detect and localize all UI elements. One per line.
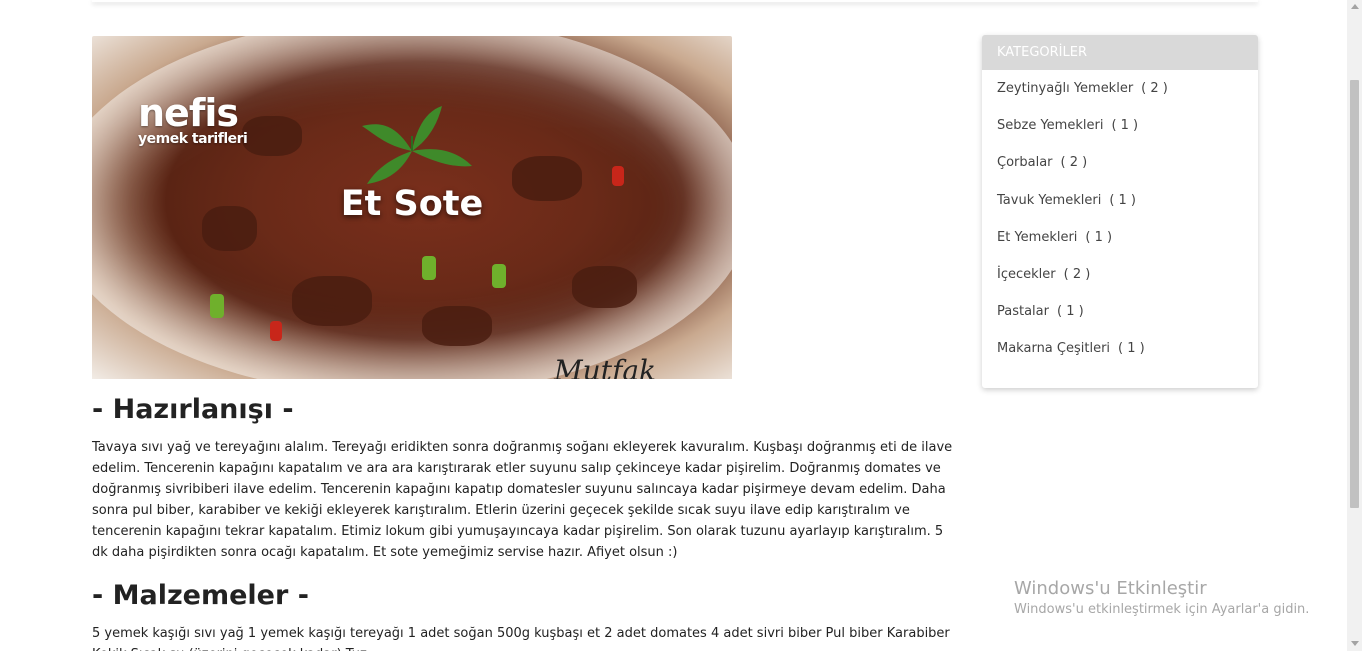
category-count: ( 1 ) — [1085, 229, 1113, 245]
category-count: ( 2 ) — [1063, 266, 1091, 282]
category-label: Et Yemekleri — [997, 229, 1078, 245]
red-pepper — [612, 166, 624, 186]
scrollbar-thumb[interactable] — [1350, 80, 1359, 508]
red-pepper — [270, 321, 282, 341]
green-pepper — [492, 264, 506, 288]
scroll-up-arrow-icon[interactable] — [1351, 4, 1359, 9]
category-label: Tavuk Yemekleri — [997, 192, 1102, 208]
recipe-title: Et Sote — [340, 184, 484, 224]
category-label: Makarna Çeşitleri — [997, 341, 1111, 357]
meat-chunk — [422, 306, 492, 346]
green-pepper — [422, 256, 436, 280]
photo-signature: Mutfak — [554, 354, 656, 379]
category-item-pastalar[interactable]: Pastalar ( 1 ) — [982, 301, 1258, 338]
ingredients-text: 5 yemek kaşığı sıvı yağ 1 yemek kaşığı t… — [92, 626, 950, 651]
logo-brand: nefis — [138, 91, 239, 135]
green-pepper — [210, 294, 224, 318]
windows-activation-watermark: Windows'u Etkinleştir Windows'u etkinleş… — [1014, 578, 1309, 620]
parsley-garnish — [362, 106, 472, 184]
activation-subtitle: Windows'u etkinleştirmek için Ayarlar'a … — [1014, 602, 1310, 617]
page-scrollbar[interactable] — [1347, 0, 1362, 651]
meat-chunk — [572, 266, 637, 308]
category-item-icecekler[interactable]: İçecekler ( 2 ) — [982, 264, 1258, 301]
recipe-content: nefis yemek tarifleri Et Sote Mutfak - H… — [92, 36, 954, 651]
categories-sidebar: KATEGORİLER Zeytinyağlı Yemekler ( 2 ) Se… — [982, 35, 1258, 388]
category-item-sebze-yemekleri[interactable]: Sebze Yemekleri ( 1 ) — [982, 115, 1258, 152]
category-count: ( 1 ) — [1118, 341, 1145, 357]
ingredients-heading: - Malzemeler - — [92, 580, 309, 611]
meat-chunk — [242, 116, 302, 156]
category-count: ( 1 ) — [1111, 118, 1139, 134]
category-item-corbalar[interactable]: Çorbalar ( 2 ) — [982, 152, 1258, 189]
category-item-tavuk-yemekleri[interactable]: Tavuk Yemekleri ( 1 ) — [982, 190, 1258, 227]
recipe-hero-image: nefis yemek tarifleri Et Sote Mutfak — [92, 36, 732, 379]
category-label: Çorbalar — [997, 155, 1053, 171]
meat-chunk — [292, 276, 372, 326]
category-count: ( 2 ) — [1141, 81, 1168, 96]
nefis-logo: nefis yemek tarifleri — [138, 91, 248, 147]
categories-list: Zeytinyağlı Yemekler ( 2 ) Sebze Yemekler… — [982, 70, 1258, 376]
category-count: ( 1 ) — [1056, 304, 1084, 320]
category-item-et-yemekleri[interactable]: Et Yemekleri ( 1 ) — [982, 227, 1258, 264]
categories-header: KATEGORİLER — [982, 35, 1258, 70]
category-count: ( 1 ) — [1109, 192, 1137, 208]
preparation-text: Tavaya sıvı yağ ve tereyağını alalım. Te… — [92, 440, 953, 560]
category-count: ( 2 ) — [1060, 155, 1088, 171]
category-item-makarna-cesitleri[interactable]: Makarna Çeşitleri ( 1 ) — [982, 338, 1258, 375]
category-item-zeytinyagli-yemekler[interactable]: Zeytinyağlı Yemekler ( 2 ) — [982, 78, 1258, 115]
preparation-heading: - Hazırlanışı - — [92, 394, 294, 425]
scroll-down-arrow-icon[interactable] — [1351, 641, 1359, 646]
category-label: Sebze Yemekleri — [997, 118, 1104, 134]
category-label: Zeytinyağlı Yemekler — [997, 81, 1134, 96]
logo-subtitle: yemek tarifleri — [138, 131, 248, 147]
category-label: Pastalar — [997, 304, 1049, 320]
category-label: İçecekler — [997, 266, 1056, 282]
activation-title: Windows'u Etkinleştir — [1014, 578, 1207, 599]
top-navbar-edge — [92, 0, 1258, 2]
